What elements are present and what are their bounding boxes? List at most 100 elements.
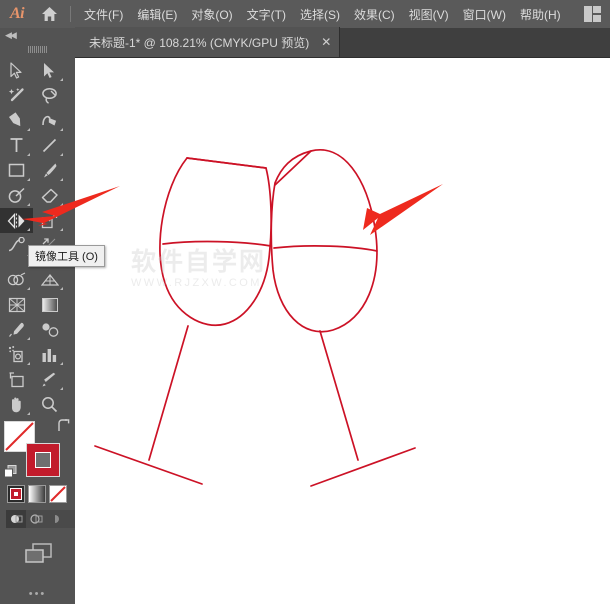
- flyout-indicator-icon: [60, 153, 63, 156]
- tool-row: [0, 208, 75, 233]
- edit-toolbar-button[interactable]: •••: [0, 588, 75, 600]
- tool-tooltip: 镜像工具 (O): [28, 245, 105, 267]
- tool-direct-selection[interactable]: [33, 58, 66, 83]
- tool-gradient[interactable]: [33, 292, 66, 317]
- tool-curvature[interactable]: [33, 108, 66, 133]
- tool-row: [0, 367, 75, 392]
- flyout-indicator-icon: [60, 78, 63, 81]
- default-fill-stroke-icon[interactable]: [4, 465, 17, 481]
- flyout-indicator-icon: [27, 203, 30, 206]
- double-chevron-left-icon: ◀◀: [5, 30, 15, 41]
- document-tab-bar: 未标题-1* @ 108.21% (CMYK/GPU 预览) ✕: [75, 28, 610, 58]
- draw-mode-inside[interactable]: [46, 510, 66, 528]
- tool-lasso[interactable]: [33, 83, 66, 108]
- flyout-indicator-icon: [60, 387, 63, 390]
- menu-object[interactable]: 对象(O): [184, 2, 239, 27]
- tool-shaper[interactable]: [0, 183, 33, 208]
- tool-scale[interactable]: [33, 208, 66, 233]
- flyout-indicator-icon: [60, 228, 63, 231]
- menu-list: 文件(F) 编辑(E) 对象(O) 文字(T) 选择(S) 效果(C) 视图(V…: [77, 2, 568, 27]
- menu-file[interactable]: 文件(F): [77, 2, 130, 27]
- menu-edit[interactable]: 编辑(E): [130, 2, 184, 27]
- flyout-indicator-icon: [60, 362, 63, 365]
- flyout-indicator-icon: [27, 128, 30, 131]
- wine-glasses-artwork: [75, 58, 610, 604]
- menu-type[interactable]: 文字(T): [240, 2, 293, 27]
- fill-stroke-control: [4, 421, 70, 479]
- menu-effect[interactable]: 效果(C): [347, 2, 402, 27]
- flyout-indicator-icon: [27, 362, 30, 365]
- menu-separator: [70, 6, 71, 22]
- tool-symbol-sprayer[interactable]: [0, 342, 33, 367]
- flyout-indicator-icon: [60, 178, 63, 181]
- draw-mode-row: [6, 510, 75, 528]
- flyout-indicator-icon: [60, 287, 63, 290]
- swap-fill-stroke-icon[interactable]: [56, 419, 70, 435]
- tool-row: [0, 83, 75, 108]
- tool-row: [0, 342, 75, 367]
- tool-row: [0, 158, 75, 183]
- tool-row: [0, 183, 75, 208]
- illustrator-window: Ai 文件(F) 编辑(E) 对象(O) 文字(T) 选择(S) 效果(C) 视…: [0, 0, 610, 604]
- tool-slice[interactable]: [33, 367, 66, 392]
- tool-pen[interactable]: [0, 108, 33, 133]
- tool-row: [0, 108, 75, 133]
- tool-list: [0, 56, 75, 417]
- menu-help[interactable]: 帮助(H): [513, 2, 568, 27]
- tool-column-graph[interactable]: [33, 342, 66, 367]
- menu-window[interactable]: 窗口(W): [456, 2, 513, 27]
- stroke-swatch-inner: [35, 452, 51, 468]
- menu-bar: Ai 文件(F) 编辑(E) 对象(O) 文字(T) 选择(S) 效果(C) 视…: [0, 0, 610, 28]
- panel-drag-handle[interactable]: [0, 42, 75, 56]
- flyout-indicator-icon: [27, 412, 30, 415]
- tool-eraser[interactable]: [33, 183, 66, 208]
- tool-blend[interactable]: [33, 317, 66, 342]
- flyout-indicator-icon: [60, 128, 63, 131]
- flyout-indicator-icon: [60, 203, 63, 206]
- tool-row: [0, 317, 75, 342]
- tools-panel: ◀◀: [0, 28, 75, 604]
- tool-eyedropper[interactable]: [0, 317, 33, 342]
- ai-logo-icon: Ai: [0, 0, 34, 28]
- menu-view[interactable]: 视图(V): [402, 2, 456, 27]
- tool-shape-builder[interactable]: [0, 267, 33, 292]
- tool-paintbrush[interactable]: [33, 158, 66, 183]
- paint-mode-row: [7, 485, 75, 503]
- tool-line-segment[interactable]: [33, 133, 66, 158]
- flyout-indicator-icon: [27, 337, 30, 340]
- tool-row: [0, 292, 75, 317]
- home-icon[interactable]: [34, 0, 64, 28]
- collapse-panel-button[interactable]: ◀◀: [0, 28, 75, 42]
- tool-hand[interactable]: [0, 392, 33, 417]
- tool-row: [0, 392, 75, 417]
- paint-mode-none[interactable]: [49, 485, 67, 503]
- tool-mesh[interactable]: [0, 292, 33, 317]
- tool-row: [0, 267, 75, 292]
- tool-artboard[interactable]: [0, 367, 33, 392]
- flyout-indicator-icon: [27, 178, 30, 181]
- screen-mode-button[interactable]: [0, 542, 75, 566]
- draw-mode-normal[interactable]: [6, 510, 26, 528]
- flyout-indicator-icon: [27, 228, 30, 231]
- tool-selection[interactable]: [0, 58, 33, 83]
- flyout-indicator-icon: [27, 287, 30, 290]
- tool-row: [0, 133, 75, 158]
- artboard-canvas[interactable]: 软件自学网 WWW.RJZXW.COM: [75, 58, 610, 604]
- tool-rectangle[interactable]: [0, 158, 33, 183]
- stroke-swatch[interactable]: [26, 443, 60, 477]
- document-tab-title: 未标题-1* @ 108.21% (CMYK/GPU 预览): [89, 34, 309, 51]
- tool-magic-wand[interactable]: [0, 83, 33, 108]
- close-icon[interactable]: ✕: [321, 36, 331, 48]
- workspace-switcher-icon[interactable]: [584, 6, 606, 22]
- tool-row: [0, 58, 75, 83]
- paint-mode-gradient[interactable]: [28, 485, 46, 503]
- menu-select[interactable]: 选择(S): [293, 2, 347, 27]
- tool-type[interactable]: [0, 133, 33, 158]
- flyout-indicator-icon: [27, 153, 30, 156]
- tool-reflect[interactable]: [0, 208, 33, 233]
- tool-zoom[interactable]: [33, 392, 66, 417]
- document-tab[interactable]: 未标题-1* @ 108.21% (CMYK/GPU 预览) ✕: [75, 27, 340, 57]
- tool-perspective-grid[interactable]: [33, 267, 66, 292]
- draw-mode-behind[interactable]: [26, 510, 46, 528]
- paint-mode-color[interactable]: [7, 485, 25, 503]
